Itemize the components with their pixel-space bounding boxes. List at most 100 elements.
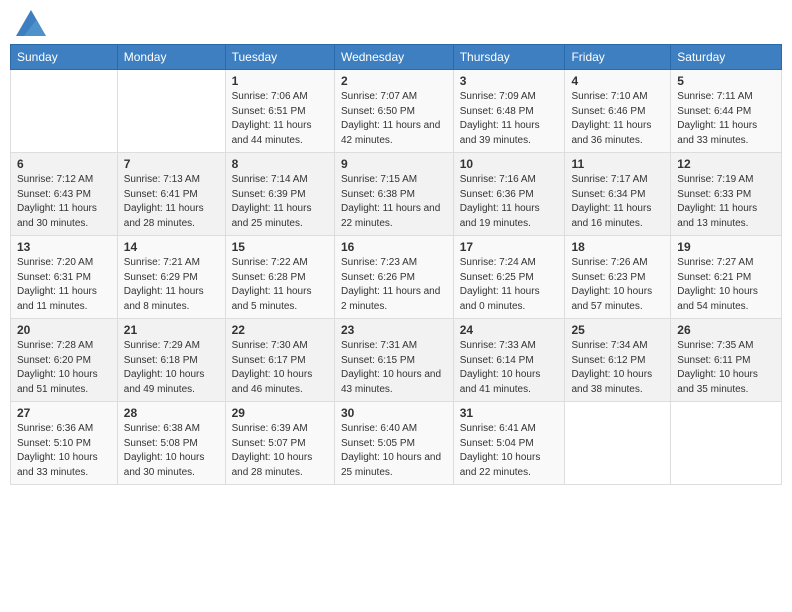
day-info: Sunrise: 7:14 AMSunset: 6:39 PMDaylight:… [232,173,328,231]
day-number: 16 [341,240,447,254]
calendar-cell [565,402,671,485]
calendar-week-row: 13 Sunrise: 7:20 AMSunset: 6:31 PMDayligh… [11,236,782,319]
calendar-cell: 3 Sunrise: 7:09 AMSunset: 6:48 PMDaylight… [453,70,565,153]
day-number: 21 [124,323,219,337]
day-number: 13 [17,240,111,254]
calendar-week-row: 27 Sunrise: 6:36 AMSunset: 5:10 PMDayligh… [11,402,782,485]
calendar-body: 1 Sunrise: 7:06 AMSunset: 6:51 PMDaylight… [11,70,782,485]
calendar-cell: 20 Sunrise: 7:28 AMSunset: 6:20 PMDayligh… [11,319,118,402]
day-info: Sunrise: 7:09 AMSunset: 6:48 PMDaylight:… [460,90,559,148]
day-info: Sunrise: 7:20 AMSunset: 6:31 PMDaylight:… [17,256,111,314]
day-number: 24 [460,323,559,337]
calendar-cell [117,70,225,153]
day-number: 10 [460,157,559,171]
logo-icon [16,10,46,36]
day-number: 29 [232,406,328,420]
weekday-header: Monday [117,45,225,70]
day-info: Sunrise: 7:19 AMSunset: 6:33 PMDaylight:… [677,173,775,231]
calendar-cell: 28 Sunrise: 6:38 AMSunset: 5:08 PMDayligh… [117,402,225,485]
day-number: 23 [341,323,447,337]
day-number: 1 [232,74,328,88]
calendar-cell: 31 Sunrise: 6:41 AMSunset: 5:04 PMDayligh… [453,402,565,485]
weekday-header: Thursday [453,45,565,70]
day-number: 4 [571,74,664,88]
calendar-week-row: 6 Sunrise: 7:12 AMSunset: 6:43 PMDaylight… [11,153,782,236]
calendar-week-row: 1 Sunrise: 7:06 AMSunset: 6:51 PMDaylight… [11,70,782,153]
day-number: 30 [341,406,447,420]
day-info: Sunrise: 7:28 AMSunset: 6:20 PMDaylight:… [17,339,111,397]
calendar-week-row: 20 Sunrise: 7:28 AMSunset: 6:20 PMDayligh… [11,319,782,402]
day-info: Sunrise: 7:11 AMSunset: 6:44 PMDaylight:… [677,90,775,148]
calendar-cell: 2 Sunrise: 7:07 AMSunset: 6:50 PMDaylight… [334,70,453,153]
day-info: Sunrise: 7:16 AMSunset: 6:36 PMDaylight:… [460,173,559,231]
calendar-cell: 25Sunrise: 7:34 AMSunset: 6:12 PMDayligh… [565,319,671,402]
calendar-cell: 29 Sunrise: 6:39 AMSunset: 5:07 PMDayligh… [225,402,334,485]
calendar-table: SundayMondayTuesdayWednesdayThursdayFrid… [10,44,782,485]
day-info: Sunrise: 6:39 AMSunset: 5:07 PMDaylight:… [232,422,328,480]
day-number: 5 [677,74,775,88]
day-number: 11 [571,157,664,171]
day-info: Sunrise: 7:26 AMSunset: 6:23 PMDaylight:… [571,256,664,314]
calendar-cell: 18 Sunrise: 7:26 AMSunset: 6:23 PMDayligh… [565,236,671,319]
day-info: Sunrise: 7:15 AMSunset: 6:38 PMDaylight:… [341,173,447,231]
calendar-header-row: SundayMondayTuesdayWednesdayThursdayFrid… [11,45,782,70]
calendar-cell: 24 Sunrise: 7:33 AMSunset: 6:14 PMDayligh… [453,319,565,402]
calendar-cell: 23 Sunrise: 7:31 AMSunset: 6:15 PMDayligh… [334,319,453,402]
day-number: 25 [571,323,664,337]
calendar-cell: 10 Sunrise: 7:16 AMSunset: 6:36 PMDayligh… [453,153,565,236]
day-info: Sunrise: 7:13 AMSunset: 6:41 PMDaylight:… [124,173,219,231]
day-number: 18 [571,240,664,254]
weekday-header: Sunday [11,45,118,70]
day-info: Sunrise: 7:33 AMSunset: 6:14 PMDaylight:… [460,339,559,397]
day-number: 12 [677,157,775,171]
day-info: Sunrise: 7:30 AMSunset: 6:17 PMDaylight:… [232,339,328,397]
day-info: Sunrise: 6:36 AMSunset: 5:10 PMDaylight:… [17,422,111,480]
day-info: Sunrise: 7:24 AMSunset: 6:25 PMDaylight:… [460,256,559,314]
day-number: 15 [232,240,328,254]
day-number: 8 [232,157,328,171]
day-info: Sunrise: 7:06 AMSunset: 6:51 PMDaylight:… [232,90,328,148]
day-number: 6 [17,157,111,171]
day-info: Sunrise: 7:07 AMSunset: 6:50 PMDaylight:… [341,90,447,148]
weekday-header: Wednesday [334,45,453,70]
day-info: Sunrise: 7:29 AMSunset: 6:18 PMDaylight:… [124,339,219,397]
calendar-cell: 12 Sunrise: 7:19 AMSunset: 6:33 PMDayligh… [671,153,782,236]
day-number: 3 [460,74,559,88]
calendar-cell: 6 Sunrise: 7:12 AMSunset: 6:43 PMDaylight… [11,153,118,236]
calendar-cell: 26Sunrise: 7:35 AMSunset: 6:11 PMDayligh… [671,319,782,402]
calendar-cell: 7Sunrise: 7:13 AMSunset: 6:41 PMDaylight… [117,153,225,236]
day-number: 20 [17,323,111,337]
calendar-cell: 30 Sunrise: 6:40 AMSunset: 5:05 PMDayligh… [334,402,453,485]
day-number: 22 [232,323,328,337]
weekday-header: Saturday [671,45,782,70]
day-number: 9 [341,157,447,171]
day-number: 31 [460,406,559,420]
day-info: Sunrise: 6:38 AMSunset: 5:08 PMDaylight:… [124,422,219,480]
day-number: 14 [124,240,219,254]
day-info: Sunrise: 6:41 AMSunset: 5:04 PMDaylight:… [460,422,559,480]
day-info: Sunrise: 7:31 AMSunset: 6:15 PMDaylight:… [341,339,447,397]
day-number: 27 [17,406,111,420]
day-info: Sunrise: 7:35 AMSunset: 6:11 PMDaylight:… [677,339,775,397]
calendar-cell: 4Sunrise: 7:10 AMSunset: 6:46 PMDaylight… [565,70,671,153]
page-header [10,10,782,36]
weekday-header: Tuesday [225,45,334,70]
calendar-cell: 19Sunrise: 7:27 AMSunset: 6:21 PMDayligh… [671,236,782,319]
calendar-cell: 14Sunrise: 7:21 AMSunset: 6:29 PMDayligh… [117,236,225,319]
day-number: 28 [124,406,219,420]
day-number: 17 [460,240,559,254]
calendar-cell: 21 Sunrise: 7:29 AMSunset: 6:18 PMDayligh… [117,319,225,402]
day-info: Sunrise: 7:12 AMSunset: 6:43 PMDaylight:… [17,173,111,231]
calendar-cell: 13 Sunrise: 7:20 AMSunset: 6:31 PMDayligh… [11,236,118,319]
calendar-cell: 9 Sunrise: 7:15 AMSunset: 6:38 PMDaylight… [334,153,453,236]
logo [14,10,46,36]
calendar-cell: 27 Sunrise: 6:36 AMSunset: 5:10 PMDayligh… [11,402,118,485]
day-info: Sunrise: 7:27 AMSunset: 6:21 PMDaylight:… [677,256,775,314]
calendar-cell: 16Sunrise: 7:23 AMSunset: 6:26 PMDayligh… [334,236,453,319]
day-number: 2 [341,74,447,88]
day-info: Sunrise: 7:22 AMSunset: 6:28 PMDaylight:… [232,256,328,314]
day-info: Sunrise: 6:40 AMSunset: 5:05 PMDaylight:… [341,422,447,480]
calendar-cell [671,402,782,485]
calendar-cell: 17 Sunrise: 7:24 AMSunset: 6:25 PMDayligh… [453,236,565,319]
calendar-cell: 22 Sunrise: 7:30 AMSunset: 6:17 PMDayligh… [225,319,334,402]
